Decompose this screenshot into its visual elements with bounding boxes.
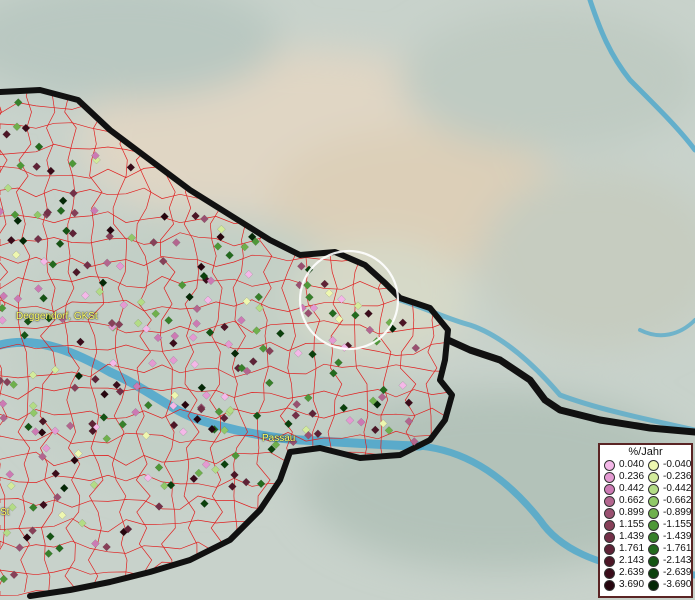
legend-value: 0.899	[619, 507, 645, 518]
legend-value: -1.761	[663, 543, 692, 554]
legend-item: -0.662	[644, 495, 691, 507]
legend-value: -0.899	[663, 507, 692, 518]
legend-value: 0.236	[619, 471, 645, 482]
legend-swatch	[604, 495, 615, 507]
legend-value: -2.143	[663, 555, 692, 566]
legend-value: -0.040	[663, 459, 692, 470]
legend-item: 1.155	[600, 519, 644, 531]
legend-value: -1.439	[663, 531, 692, 542]
legend-swatch	[604, 519, 615, 531]
legend-swatch	[648, 495, 660, 507]
legend-value: 0.040	[619, 459, 645, 470]
legend-swatch	[648, 579, 660, 591]
place-label-deggendorf: Deggendorf, GKSt	[16, 311, 98, 322]
legend-value: -0.442	[663, 483, 692, 494]
legend-swatch	[648, 459, 660, 471]
legend-value: -1.155	[663, 519, 692, 530]
legend-swatch	[648, 519, 660, 531]
map-canvas[interactable]	[0, 0, 695, 600]
legend-item: -3.690	[644, 579, 691, 591]
legend-value: 0.662	[619, 495, 645, 506]
legend-item: -1.155	[644, 519, 691, 531]
legend-item: -1.761	[644, 543, 691, 555]
legend-item: -1.439	[644, 531, 691, 543]
legend-title: %/Jahr	[628, 446, 663, 458]
legend-value: -0.236	[663, 471, 692, 482]
legend-swatch	[648, 555, 660, 567]
legend-item: -0.236	[644, 471, 691, 483]
terrain-background	[0, 0, 695, 600]
legend-item: 0.899	[600, 507, 644, 519]
legend-value: 1.761	[619, 543, 645, 554]
legend-item: 1.761	[600, 543, 644, 555]
legend-swatch	[604, 531, 615, 543]
legend-swatch	[648, 483, 660, 495]
legend-item: 0.662	[600, 495, 644, 507]
place-label-partial: St	[0, 507, 10, 518]
legend-value: 0.442	[619, 483, 645, 494]
legend-item: 1.439	[600, 531, 644, 543]
legend-item: -2.143	[644, 555, 691, 567]
legend-swatch	[604, 543, 615, 555]
legend-swatch	[604, 567, 615, 579]
legend-item: -2.639	[644, 567, 691, 579]
legend-rows: 0.040 -0.040 0.236 -0.236 0.442 -0.442 0.662 -0…	[600, 459, 691, 591]
legend-item: 0.442	[600, 483, 644, 495]
legend-swatch	[604, 459, 615, 471]
legend-swatch	[604, 507, 615, 519]
legend-value: -2.639	[663, 567, 692, 578]
legend-value: -3.690	[663, 579, 692, 590]
legend-swatch	[648, 471, 660, 483]
legend-value: 1.439	[619, 531, 645, 542]
legend-item: 0.040	[600, 459, 644, 471]
legend-item: -0.442	[644, 483, 691, 495]
legend-item: 0.236	[600, 471, 644, 483]
legend-item: 2.143	[600, 555, 644, 567]
legend-value: 2.639	[619, 567, 645, 578]
legend-item: 3.690	[600, 579, 644, 591]
legend-value: -0.662	[663, 495, 692, 506]
place-label-passau: Passau	[262, 433, 296, 444]
legend-swatch	[648, 543, 660, 555]
legend-swatch	[648, 507, 660, 519]
legend: %/Jahr 0.040 -0.040 0.236 -0.236 0.442 -0.442…	[598, 443, 693, 598]
legend-item: -0.040	[644, 459, 691, 471]
legend-swatch	[604, 471, 615, 483]
legend-value: 1.155	[619, 519, 645, 530]
legend-value: 3.690	[619, 579, 645, 590]
legend-swatch	[604, 483, 615, 495]
legend-item: 2.639	[600, 567, 644, 579]
legend-value: 2.143	[619, 555, 645, 566]
legend-swatch	[604, 579, 615, 591]
legend-swatch	[648, 567, 660, 579]
legend-swatch	[604, 555, 615, 567]
legend-swatch	[648, 531, 660, 543]
legend-item: -0.899	[644, 507, 691, 519]
